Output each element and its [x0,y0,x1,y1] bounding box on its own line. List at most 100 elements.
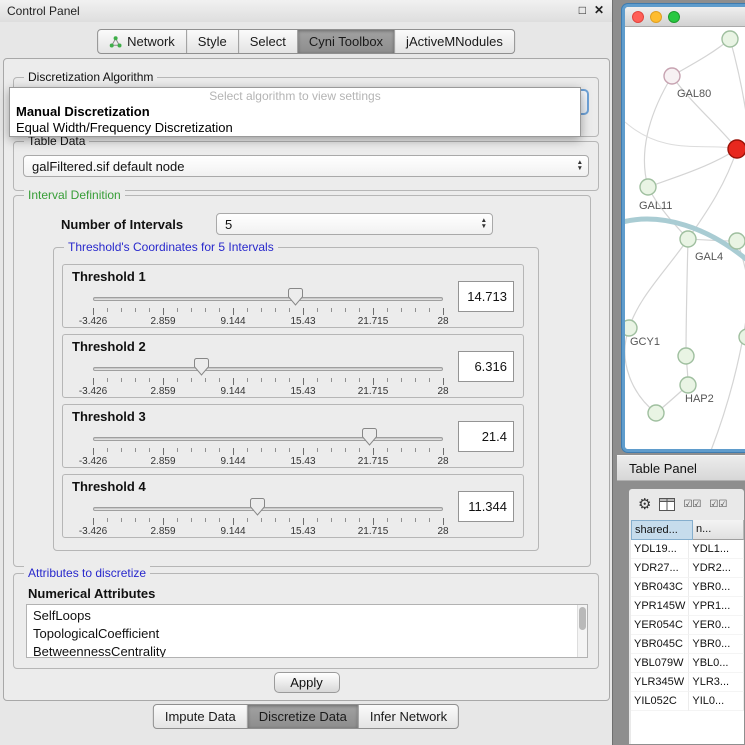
slider-track[interactable] [93,437,443,441]
table-body: YDL19...YDL1...YDR27...YDR2...YBR043CYBR… [631,540,744,711]
unselect-checkboxes-icon[interactable]: ☑☑ [709,499,727,510]
minimize-traffic-light-icon[interactable] [650,11,662,23]
table-row[interactable]: YBL079WYBL0... [631,654,744,673]
threshold-label: Threshold 3 [72,409,146,424]
network-node[interactable] [625,320,637,336]
network-node[interactable] [648,405,664,421]
num-intervals-combobox[interactable]: 5 ▲▼ [216,213,493,235]
table-cell: YDR2... [689,559,744,578]
slider-thumb[interactable] [194,358,209,376]
network-node[interactable] [678,348,694,364]
tick-label: 21.715 [358,456,389,467]
slider-track[interactable] [93,367,443,371]
slider-thumb[interactable] [250,498,265,516]
table-data-combobox[interactable]: galFiltered.sif default node ▲▼ [23,155,589,177]
control-panel-titlebar: Control Panel □ ✕ [0,0,612,22]
attributes-group: Attributes to discretize Numerical Attri… [13,573,599,669]
network-node[interactable] [739,329,745,345]
tick-label: 15.43 [290,316,315,327]
table-row[interactable]: YIL052CYIL0... [631,692,744,711]
network-node[interactable] [728,140,745,158]
combo-arrows-icon: ▲▼ [577,156,583,176]
tick-label: -3.426 [79,316,107,327]
table-row[interactable]: YPR145WYPR1... [631,597,744,616]
tab-style[interactable]: Style [187,30,239,53]
tab-discretize-data[interactable]: Discretize Data [248,705,359,728]
dropdown-option-equal-width[interactable]: Equal Width/Frequency Discretization [10,120,580,136]
table-row[interactable]: YBR043CYBR0... [631,578,744,597]
threshold-value-field[interactable]: 14.713 [458,281,514,312]
list-scrollbar[interactable] [577,605,587,657]
tab-jactivemnodules[interactable]: jActiveMNodules [395,30,514,53]
dropdown-placeholder: Select algorithm to view settings [10,88,580,104]
threshold-panel: Threshold 3-3.4262.8599.14415.4321.71528… [62,404,524,468]
tab-impute-data[interactable]: Impute Data [154,705,248,728]
slider-thumb[interactable] [362,428,377,446]
network-node-label: HAP2 [685,393,714,405]
table-row[interactable]: YBR045CYBR0... [631,635,744,654]
network-view-window: GAL80GAL11GAL4GCY1HAP2 [622,4,745,452]
slider-track[interactable] [93,297,443,301]
network-node[interactable] [680,377,696,393]
tab-network[interactable]: Network [98,30,187,53]
tab-select[interactable]: Select [239,30,298,53]
table-panel-title: Table Panel [629,461,697,476]
network-window-titlebar[interactable] [625,7,745,27]
slider-thumb[interactable] [288,288,303,306]
threshold-value-field[interactable]: 6.316 [458,351,514,382]
table-cell: YDL19... [631,540,689,559]
table-row[interactable]: YER054CYER0... [631,616,744,635]
list-item[interactable]: TopologicalCoefficient [27,625,587,643]
network-node[interactable] [729,233,745,249]
close-traffic-light-icon[interactable] [632,11,644,23]
table-row[interactable]: YDL19...YDL1... [631,540,744,559]
apply-button[interactable]: Apply [274,672,340,693]
network-edge [629,239,688,328]
threshold-value-field[interactable]: 21.4 [458,421,514,452]
table-cell: YIL0... [689,692,744,711]
network-canvas[interactable]: GAL80GAL11GAL4GCY1HAP2 [625,27,745,449]
list-item[interactable]: BetweennessCentrality [27,643,587,658]
tick-label: 28 [437,456,448,467]
tab-label: Impute Data [165,709,236,724]
network-node-label: GAL11 [639,200,672,212]
table-toolbar: ⚙ ☑☑ ☑☑ [629,489,744,519]
table-row[interactable]: YDR27...YDR2... [631,559,744,578]
scrollbar-thumb[interactable] [579,607,586,630]
network-node-label: GAL4 [695,251,723,263]
tick-label: -3.426 [79,526,107,537]
group-title: Discretization Algorithm [24,70,157,84]
select-all-checkboxes-icon[interactable]: ☑☑ [683,499,701,510]
tick-label: 2.859 [150,386,175,397]
network-node-label: GCY1 [630,336,660,348]
list-item[interactable]: SelfLoops [27,607,587,625]
network-node[interactable] [640,179,656,195]
float-icon[interactable]: □ [579,3,586,17]
column-header-shared-name[interactable]: shared... [631,520,693,540]
dropdown-option-manual[interactable]: Manual Discretization [10,104,580,120]
network-node[interactable] [664,68,680,84]
network-node[interactable] [680,231,696,247]
table-cell: YPR145W [631,597,689,616]
table-panel-header[interactable]: Table Panel [617,455,745,481]
tick-label: -3.426 [79,456,107,467]
table-row[interactable]: YLR345WYLR3... [631,673,744,692]
tab-label: Network [127,34,175,49]
tab-infer-network[interactable]: Infer Network [359,705,458,728]
column-header-name[interactable]: n... [693,520,744,540]
zoom-traffic-light-icon[interactable] [668,11,680,23]
slider-track[interactable] [93,507,443,511]
tab-cyni-toolbox[interactable]: Cyni Toolbox [298,30,395,53]
gear-icon[interactable]: ⚙ [638,495,651,513]
columns-icon[interactable] [659,498,675,511]
threshold-value-field[interactable]: 11.344 [458,491,514,522]
close-icon[interactable]: ✕ [594,3,604,17]
tick-label: 9.144 [220,316,245,327]
tick-label: 2.859 [150,456,175,467]
tick-label: 2.859 [150,526,175,537]
tab-label: Discretize Data [259,709,347,724]
node-table: shared... n... YDL19...YDL1...YDR27...YD… [631,520,744,744]
threshold-panel: Threshold 4-3.4262.8599.14415.4321.71528… [62,474,524,538]
panel-title: Control Panel [7,4,80,18]
network-node[interactable] [722,31,738,47]
